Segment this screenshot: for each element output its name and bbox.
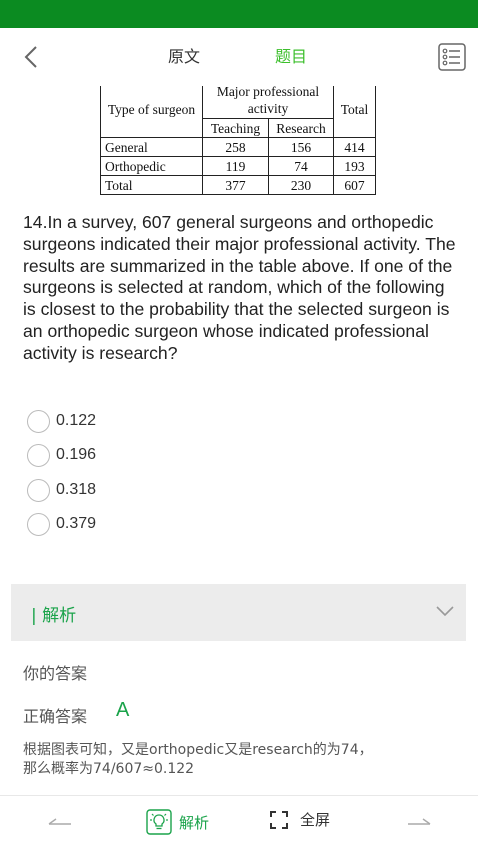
table-header-total: Total	[333, 86, 376, 138]
table-cell: Total	[100, 175, 203, 195]
table-row: Orthopedic 119 74 193	[100, 156, 376, 176]
fullscreen-button[interactable]: 全屏	[270, 809, 330, 830]
option-1[interactable]: 0.122	[27, 408, 96, 434]
table-header-teaching: Teaching	[202, 118, 269, 138]
radio-button[interactable]	[27, 409, 50, 433]
explanation-line: 根据图表可知，又是orthopedic又是research的为74，	[23, 742, 373, 758]
table-cell: 377	[202, 175, 269, 195]
back-button[interactable]	[14, 40, 48, 74]
list-menu-icon	[438, 43, 466, 71]
radio-button[interactable]	[27, 478, 50, 502]
table-cell: 258	[202, 137, 269, 157]
option-4[interactable]: 0.379	[27, 511, 96, 537]
analysis-section-toggle[interactable]: | 解析	[11, 584, 466, 641]
table-header-type: Type of surgeon	[100, 86, 203, 138]
table-row: Total 377 230 607	[100, 175, 376, 195]
fullscreen-button-label: 全屏	[300, 811, 331, 829]
table-cell: Orthopedic	[100, 156, 203, 176]
option-label: 0.379	[56, 515, 97, 532]
question-table-image: Type of surgeon Major professional activ…	[0, 86, 478, 198]
arrow-right-icon[interactable]	[406, 814, 432, 830]
table-cell: 193	[333, 156, 376, 176]
surgeon-table: Type of surgeon Major professional activ…	[100, 86, 376, 195]
fullscreen-icon	[270, 810, 288, 829]
analysis-button-label: 解析	[179, 813, 210, 832]
lightbulb-icon	[146, 809, 172, 835]
option-label: 0.318	[56, 481, 97, 498]
table-cell: 74	[268, 156, 334, 176]
tab-original[interactable]: 原文	[168, 46, 200, 68]
chevron-down-icon	[436, 606, 454, 617]
option-2[interactable]: 0.196	[27, 442, 96, 468]
option-3[interactable]: 0.318	[27, 477, 96, 503]
your-answer-label: 你的答案	[23, 664, 88, 683]
explanation-line: 那么概率为74/607≈0.122	[23, 761, 195, 777]
analysis-button[interactable]: 解析	[146, 809, 209, 835]
explanation-text: 根据图表可知，又是orthopedic又是research的为74， 那么概率为…	[23, 741, 463, 779]
radio-button[interactable]	[27, 443, 50, 467]
option-label: 0.196	[56, 446, 97, 463]
table-cell: 607	[333, 175, 376, 195]
table-cell: General	[100, 137, 203, 157]
arrow-left-icon[interactable]	[47, 814, 73, 830]
bottom-toolbar: 解析 全屏	[0, 795, 478, 850]
option-label: 0.122	[56, 412, 97, 429]
table-cell: 414	[333, 137, 376, 157]
status-bar	[0, 0, 478, 28]
radio-button[interactable]	[27, 512, 50, 536]
correct-answer-label: 正确答案	[23, 707, 88, 726]
top-nav: 原文 题目	[0, 28, 478, 86]
chevron-left-icon	[24, 46, 37, 68]
tab-question[interactable]: 题目	[275, 46, 307, 68]
table-header-research: Research	[268, 118, 334, 138]
table-cell: 119	[202, 156, 269, 176]
table-cell: 230	[268, 175, 334, 195]
question-text: 14.In a survey, 607 general surgeons and…	[23, 212, 456, 363]
table-row: General 258 156 414	[100, 137, 376, 157]
table-header-group: Major professional activity	[202, 86, 334, 119]
table-cell: 156	[268, 137, 334, 157]
menu-button[interactable]	[438, 43, 466, 71]
analysis-title: | 解析	[31, 606, 77, 626]
correct-answer-value: A	[116, 699, 130, 721]
